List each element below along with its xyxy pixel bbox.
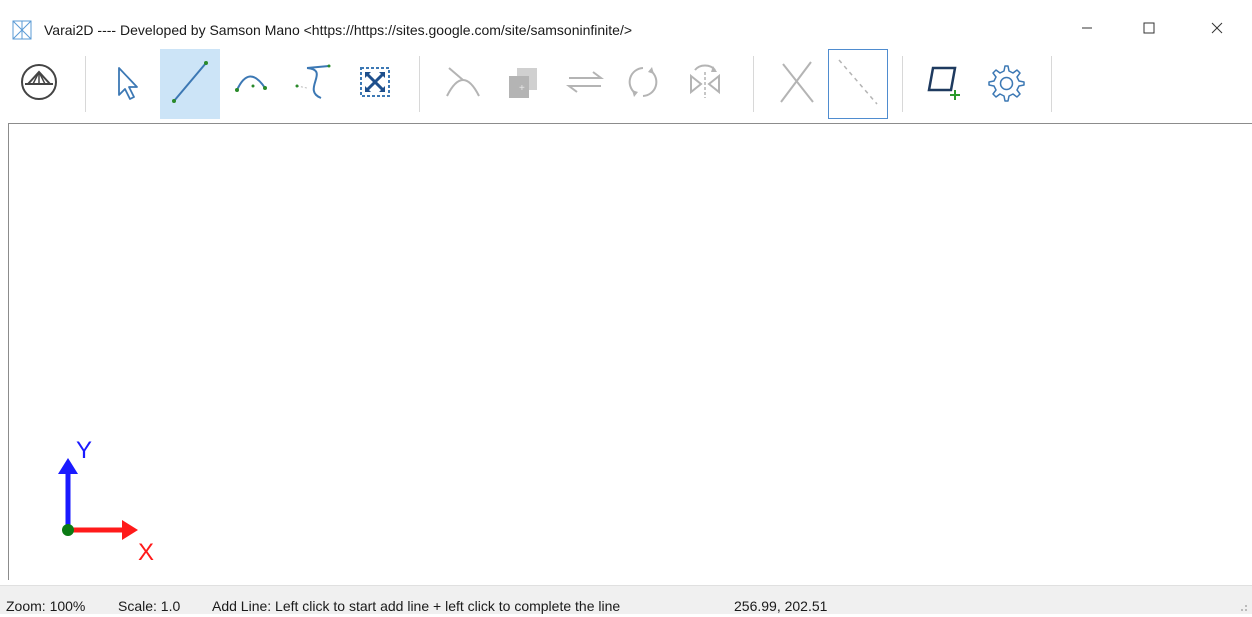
add-surface-icon [923,60,967,109]
title-bar[interactable]: Varai2D ---- Developed by Samson Mano <h… [0,0,1252,46]
drawing-canvas[interactable] [8,123,1252,580]
copy-button[interactable]: + [493,49,553,119]
close-button[interactable] [1194,10,1240,46]
toolbar-separator [753,56,754,112]
scale-status: Scale: 1.0 [118,598,181,614]
trim-icon [441,62,485,107]
x-axis-label: X [138,539,154,566]
app-window: Varai2D ---- Developed by Samson Mano <h… [0,0,1252,614]
maximize-icon [1143,22,1155,34]
add-arc-button[interactable] [223,49,283,119]
gear-icon [985,62,1025,107]
add-curve-button[interactable] [283,49,343,119]
mirror-button[interactable] [675,49,735,119]
zoom-fit-button[interactable] [345,49,405,119]
svg-text:+: + [519,83,525,94]
status-bar: Zoom: 100% Scale: 1.0 Add Line: Left cli… [0,585,1252,614]
trim-button[interactable] [433,49,493,119]
zoom-status: Zoom: 100% [6,598,86,614]
curve-icon [291,60,335,109]
zoom-fit-icon [357,64,393,105]
construction-line-button[interactable] [828,49,888,119]
resize-grip-icon[interactable] [1236,599,1248,611]
move-button[interactable] [555,49,615,119]
intersect-icon [775,58,819,111]
select-tool-button[interactable] [97,49,157,119]
add-surface-button[interactable] [915,49,975,119]
line-icon [168,57,212,112]
y-axis-label: Y [76,437,92,464]
minimize-icon [1081,22,1093,34]
toolbar-separator [902,56,903,112]
toolbar-separator [419,56,420,112]
move-icon [563,62,607,107]
add-line-button[interactable] [160,49,220,119]
pointer-icon [110,62,144,107]
varai2d-app-icon [12,20,32,40]
settings-button[interactable] [975,49,1035,119]
construction-line-icon [833,54,883,115]
intersect-button[interactable] [767,49,827,119]
truss-logo-icon [19,62,59,107]
maximize-button[interactable] [1126,10,1172,46]
rotate-icon [623,62,663,107]
arc-icon [231,60,275,109]
minimize-button[interactable] [1064,10,1110,46]
close-icon [1211,22,1223,34]
toolbar: + [9,46,1252,122]
window-title: Varai2D ---- Developed by Samson Mano <h… [44,22,633,38]
copy-icon: + [503,62,543,107]
coordinate-axis: Y X [40,430,180,570]
toolbar-separator [1051,56,1052,112]
cursor-coordinates: 256.99, 202.51 [734,598,828,614]
rotate-button[interactable] [613,49,673,119]
home-view-button[interactable] [9,49,69,119]
command-message: Add Line: Left click to start add line +… [212,598,621,614]
mirror-icon [683,60,727,109]
toolbar-separator [85,56,86,112]
